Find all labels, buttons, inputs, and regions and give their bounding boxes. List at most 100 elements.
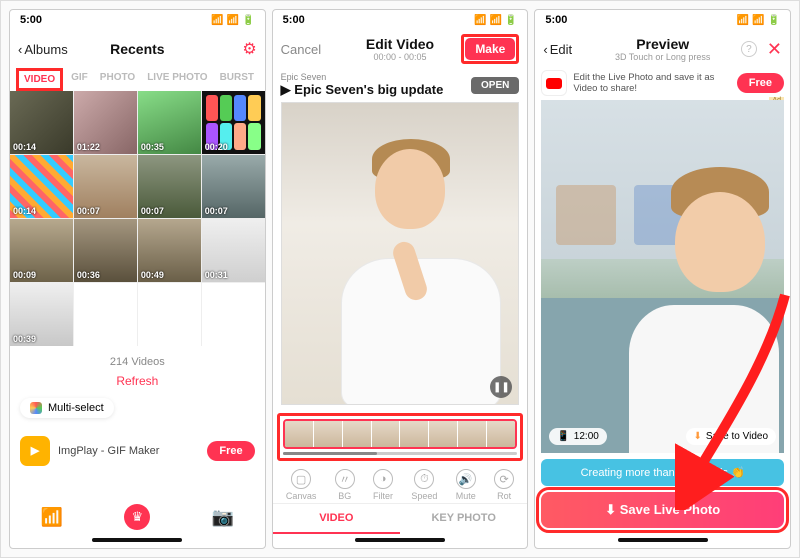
ad-small-text: Epic Seven xyxy=(281,72,444,82)
tool-mute[interactable]: 🔊Mute xyxy=(456,469,476,501)
multiselect-label: Multi-select xyxy=(48,402,104,414)
home-indicator xyxy=(355,538,445,542)
status-time: 5:00 xyxy=(283,14,305,26)
home-indicator xyxy=(618,538,708,542)
bottom-toolbar: 📶 ♛ 📷 xyxy=(10,496,265,534)
video-content xyxy=(324,133,494,404)
make-button[interactable]: Make xyxy=(465,38,515,60)
tool-filter[interactable]: ◑Filter xyxy=(373,469,393,501)
ad-app-icon: ▶ xyxy=(20,436,50,466)
tool-bg[interactable]: 〃BG xyxy=(335,469,355,501)
crown-icon[interactable]: ♛ xyxy=(124,504,150,530)
nav-bar: Cancel Edit Video 00:00 - 00:05 Make xyxy=(273,30,528,68)
trim-filmstrip-highlight xyxy=(277,413,524,461)
tab-livephoto[interactable]: LIVE PHOTO xyxy=(147,72,207,87)
make-highlight: Make xyxy=(461,34,519,64)
duration-label: 00:31 xyxy=(205,270,228,280)
tab-gif[interactable]: GIF xyxy=(71,72,88,87)
video-thumb[interactable]: 00:36 xyxy=(74,219,137,282)
video-thumb[interactable]: 00:39 xyxy=(10,283,73,346)
video-grid: 00:14 01:22 00:35 00:20 00:14 00:07 00:0… xyxy=(10,91,265,346)
duration-label: 00:14 xyxy=(13,142,36,152)
duration-label: 00:14 xyxy=(13,206,36,216)
camera-icon[interactable]: 📷 xyxy=(212,507,234,528)
wallpaper-clock-chip[interactable]: 📱 12:00 xyxy=(549,428,606,445)
settings-button[interactable]: ⚙ xyxy=(242,39,256,59)
back-to-edit[interactable]: ‹ Edit xyxy=(543,42,572,57)
pause-icon: ❚❚ xyxy=(493,382,510,393)
wifi-icon[interactable]: 📶 xyxy=(41,507,63,528)
mute-icon: 🔊 xyxy=(456,469,476,489)
help-button[interactable]: ? xyxy=(741,41,757,57)
duration-label: 00:07 xyxy=(77,206,100,216)
speed-icon: ⏱ xyxy=(414,469,434,489)
status-icons: 📶📶🔋 xyxy=(208,14,254,26)
empty-cell xyxy=(74,283,137,346)
video-thumb[interactable]: 00:35 xyxy=(138,91,201,154)
tab-photo[interactable]: PHOTO xyxy=(100,72,135,87)
screen-edit-video: 5:00 📶📶🔋 Cancel Edit Video 00:00 - 00:05… xyxy=(272,9,529,549)
pause-button[interactable]: ❚❚ xyxy=(490,376,512,398)
back-label: Albums xyxy=(24,42,67,57)
duration-label: 00:49 xyxy=(141,270,164,280)
multiselect-button[interactable]: Multi-select xyxy=(20,398,114,418)
video-thumb[interactable]: 00:31 xyxy=(202,219,265,282)
video-thumb[interactable]: 00:07 xyxy=(202,155,265,218)
tool-rotate[interactable]: ⟳Rot xyxy=(494,469,514,501)
save-live-photo-button[interactable]: ⬇ Save Live Photo xyxy=(541,492,784,528)
video-thumb[interactable]: 01:22 xyxy=(74,91,137,154)
cancel-button[interactable]: Cancel xyxy=(281,42,321,57)
ad-open-button[interactable]: OPEN xyxy=(471,77,519,94)
tab-burst[interactable]: BURST xyxy=(220,72,254,87)
duration-label: 00:07 xyxy=(141,206,164,216)
video-thumb[interactable]: 00:14 xyxy=(10,91,73,154)
bottom-tabs: VIDEO KEY PHOTO xyxy=(273,503,528,534)
duration-label: 00:20 xyxy=(205,142,228,152)
video-thumb[interactable]: 00:14 xyxy=(10,155,73,218)
info-banner: Creating more than 5 seconds 👏 xyxy=(541,459,784,486)
three-screenshot-tutorial: 5:00 📶📶🔋 ‹ Albums Recents ⚙ VIDEO GIF PH… xyxy=(0,0,800,558)
tool-canvas[interactable]: ▢Canvas xyxy=(286,469,317,501)
screen-library: 5:00 📶📶🔋 ‹ Albums Recents ⚙ VIDEO GIF PH… xyxy=(9,9,266,549)
status-bar: 5:00 📶📶🔋 xyxy=(273,10,528,30)
youtube-icon xyxy=(541,70,567,96)
media-type-tabs: VIDEO GIF PHOTO LIVE PHOTO BURST xyxy=(10,68,265,91)
tab-video[interactable]: VIDEO xyxy=(20,72,59,87)
back-to-albums[interactable]: ‹ Albums xyxy=(18,42,68,57)
subtab-keyphoto[interactable]: KEY PHOTO xyxy=(400,504,527,534)
empty-cell xyxy=(202,283,265,346)
trim-filmstrip[interactable] xyxy=(283,419,518,449)
ad-headline: ▶ Epic Seven's big update xyxy=(281,82,444,98)
tool-speed[interactable]: ⏱Speed xyxy=(411,469,437,501)
subtab-video[interactable]: VIDEO xyxy=(273,504,400,534)
video-count: 214 Videos xyxy=(10,356,265,368)
close-icon: ✕ xyxy=(767,39,782,59)
save-to-video-chip[interactable]: ⬇ Save to Video xyxy=(686,428,776,445)
tip-banner[interactable]: Edit the Live Photo and save it as Video… xyxy=(541,70,784,96)
ad-app-name: ImgPlay - GIF Maker xyxy=(58,445,199,457)
refresh-button[interactable]: Refresh xyxy=(10,374,265,388)
tip-cta[interactable]: Free xyxy=(737,73,784,93)
ad-cta-button[interactable]: Free xyxy=(207,441,254,461)
video-thumb[interactable]: 00:09 xyxy=(10,219,73,282)
save-to-video-label: Save to Video xyxy=(706,431,768,442)
duration-label: 00:36 xyxy=(77,270,100,280)
video-thumb[interactable]: 00:20 xyxy=(202,91,265,154)
close-button[interactable]: ✕ xyxy=(767,39,782,60)
status-bar: 5:00 📶📶🔋 xyxy=(10,10,265,30)
multiselect-icon xyxy=(30,402,42,414)
screen-preview: 5:00 📶📶🔋 ‹ Edit Preview 3D Touch or Long… xyxy=(534,9,791,549)
live-photo-preview[interactable]: 📱 12:00 ⬇ Save to Video xyxy=(541,100,784,453)
status-icons: 📶📶🔋 xyxy=(471,14,517,26)
home-indicator xyxy=(92,538,182,542)
trim-scrollbar[interactable] xyxy=(283,452,518,455)
video-thumb[interactable]: 00:07 xyxy=(138,155,201,218)
bg-icon: 〃 xyxy=(335,469,355,489)
video-thumb[interactable]: 00:49 xyxy=(138,219,201,282)
video-thumb[interactable]: 00:07 xyxy=(74,155,137,218)
video-preview[interactable]: ❚❚ xyxy=(281,102,520,405)
ad-row[interactable]: ▶ ImgPlay - GIF Maker Free xyxy=(16,432,259,470)
tip-text: Edit the Live Photo and save it as Video… xyxy=(573,72,730,95)
filter-icon: ◑ xyxy=(373,469,393,489)
ad-banner[interactable]: Epic Seven ▶ Epic Seven's big update OPE… xyxy=(273,68,528,100)
